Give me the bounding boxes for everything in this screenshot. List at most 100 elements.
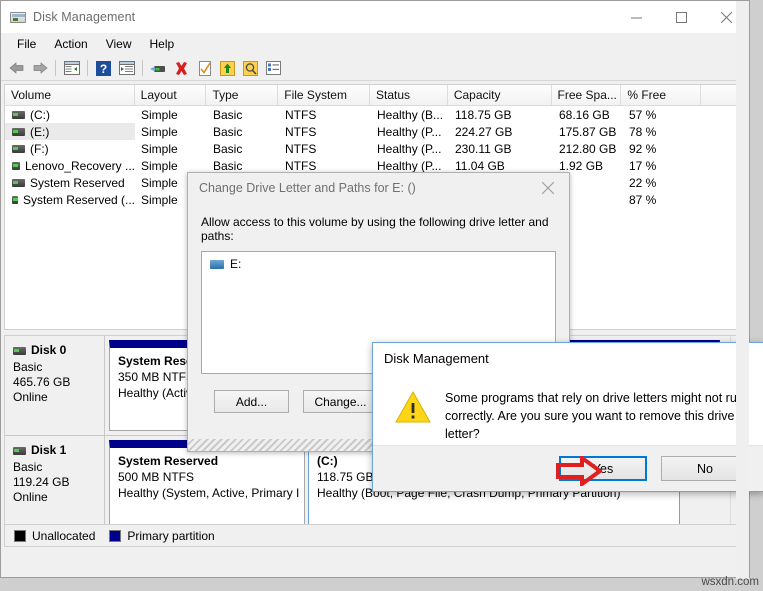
window-controls (614, 1, 749, 33)
svg-text:?: ? (100, 62, 107, 76)
properties-icon[interactable] (115, 57, 138, 79)
cell-pct: 78 % (629, 124, 657, 139)
change-button[interactable]: Change... (303, 390, 378, 413)
volume-icon (12, 161, 20, 170)
disk-icon (13, 346, 26, 355)
toolbar-separator (55, 60, 56, 76)
cell-layout: Simple (141, 124, 178, 139)
extend-volume-icon[interactable] (216, 57, 239, 79)
forward-arrow-icon[interactable] (28, 57, 51, 79)
disk-size-0: 465.76 GB (13, 375, 71, 389)
toolbar-separator (87, 60, 88, 76)
cell-status: Healthy (P... (377, 158, 442, 173)
menu-help[interactable]: Help (141, 34, 184, 55)
volume-icon (12, 178, 25, 187)
cell-status: Healthy (P... (377, 124, 442, 139)
cell-free: 1.92 GB (559, 158, 604, 173)
volume-icon (12, 127, 25, 136)
change-drive-letter-titlebar[interactable]: Change Drive Letter and Paths for E: () (188, 173, 569, 203)
partition-status: Healthy (System, Active, Primary I (118, 486, 300, 500)
volume-icon (12, 144, 25, 153)
window-titlebar[interactable]: Disk Management (1, 1, 749, 33)
list-view-icon[interactable] (262, 57, 285, 79)
search-icon[interactable] (239, 57, 262, 79)
close-icon[interactable] (527, 173, 569, 203)
column-header-type[interactable]: Type (206, 85, 279, 105)
cell-pct: 17 % (629, 158, 657, 173)
cell-volume: (F:) (5, 140, 135, 157)
confirm-dialog-titlebar[interactable]: Disk Management (373, 343, 763, 373)
cell-capacity: 224.27 GB (455, 124, 513, 139)
minimize-icon[interactable] (614, 1, 659, 33)
menu-view[interactable]: View (97, 34, 141, 55)
legend-swatch-primary (109, 529, 122, 542)
column-header-volume[interactable]: Volume (5, 85, 135, 105)
cell-pct: 87 % (629, 192, 657, 207)
list-item[interactable]: E: (210, 257, 555, 271)
cell-layout: Simple (141, 107, 178, 122)
legend-swatch-unallocated (14, 529, 26, 542)
menubar: File Action View Help (1, 33, 749, 56)
legend-label-primary: Primary partition (127, 528, 215, 543)
cell-volume: (C:) (5, 106, 135, 123)
watermark: wsxdn.com (701, 576, 759, 588)
cell-volume-label: (F:) (30, 141, 49, 156)
column-header-free-space[interactable]: Free Spa... (552, 85, 622, 105)
disk-icon (13, 446, 26, 455)
volume-icon (12, 110, 25, 119)
column-header-file-system[interactable]: File System (278, 85, 371, 105)
menu-file[interactable]: File (8, 34, 45, 55)
table-row[interactable]: (E:) Simple Basic NTFS Healthy (P... 224… (5, 123, 747, 140)
drive-icon (210, 259, 224, 269)
confirm-dialog-content: Some programs that rely on drive letters… (373, 373, 763, 446)
legend-item-primary-partition: Primary partition (109, 528, 215, 543)
cell-type: Basic (213, 158, 243, 173)
disk-state-1: Online (13, 490, 48, 504)
legend-item-unallocated: Unallocated (14, 529, 95, 543)
table-row[interactable]: (C:) Simple Basic NTFS Healthy (B... 118… (5, 106, 747, 123)
cell-status: Healthy (P... (377, 141, 442, 156)
window-scrollbar[interactable] (736, 1, 749, 579)
cell-volume-label: Lenovo_Recovery ... (24, 158, 135, 173)
partition-size: 500 MB NTFS (118, 470, 195, 484)
disk-name-1: Disk 1 (13, 443, 104, 458)
list-item-label: E: (230, 257, 242, 271)
cell-volume: (E:) (5, 123, 135, 140)
cell-volume: System Reserved (... (5, 191, 135, 208)
column-header-capacity[interactable]: Capacity (448, 85, 552, 105)
menu-action[interactable]: Action (45, 34, 96, 55)
volume-icon (12, 195, 18, 204)
cell-capacity: 11.04 GB (455, 158, 505, 173)
cell-fs: NTFS (285, 158, 317, 173)
cell-pct: 92 % (629, 141, 657, 156)
column-header-pct-free[interactable]: % Free (621, 85, 702, 105)
add-button[interactable]: Add... (214, 390, 289, 413)
refresh-icon[interactable] (147, 57, 170, 79)
change-drive-letter-instruction: Allow access to this volume by using the… (201, 215, 549, 243)
toolbar: ? (1, 56, 749, 81)
cell-layout: Simple (141, 158, 178, 173)
help-icon[interactable]: ? (92, 57, 115, 79)
partition-block[interactable]: System Reserved 500 MB NTFS Healthy (Sys… (109, 440, 305, 531)
cell-volume-label: System Reserved (30, 175, 125, 190)
column-header-status[interactable]: Status (370, 85, 448, 105)
cell-free: 68.16 GB (559, 107, 610, 122)
cell-pct: 57 % (629, 107, 657, 122)
cell-free: 212.80 GB (559, 141, 617, 156)
column-header-layout[interactable]: Layout (135, 85, 207, 105)
cell-volume: Lenovo_Recovery ... (5, 157, 135, 174)
maximize-icon[interactable] (659, 1, 704, 33)
cell-type: Basic (213, 107, 243, 122)
delete-icon[interactable] (170, 57, 193, 79)
screen-root: Disk Management File Action View Help ? … (0, 0, 763, 591)
table-row[interactable]: (F:) Simple Basic NTFS Healthy (P... 230… (5, 140, 747, 157)
back-arrow-icon[interactable] (5, 57, 28, 79)
disk-type-0: Basic (13, 360, 43, 374)
show-hide-console-tree-icon[interactable] (60, 57, 83, 79)
cell-volume-label: (E:) (30, 124, 50, 139)
legend-label-unallocated: Unallocated (32, 528, 96, 543)
disk-type-1: Basic (13, 460, 43, 474)
check-icon[interactable] (193, 57, 216, 79)
cell-volume-label: (C:) (30, 107, 50, 122)
window-title: Disk Management (33, 10, 136, 24)
